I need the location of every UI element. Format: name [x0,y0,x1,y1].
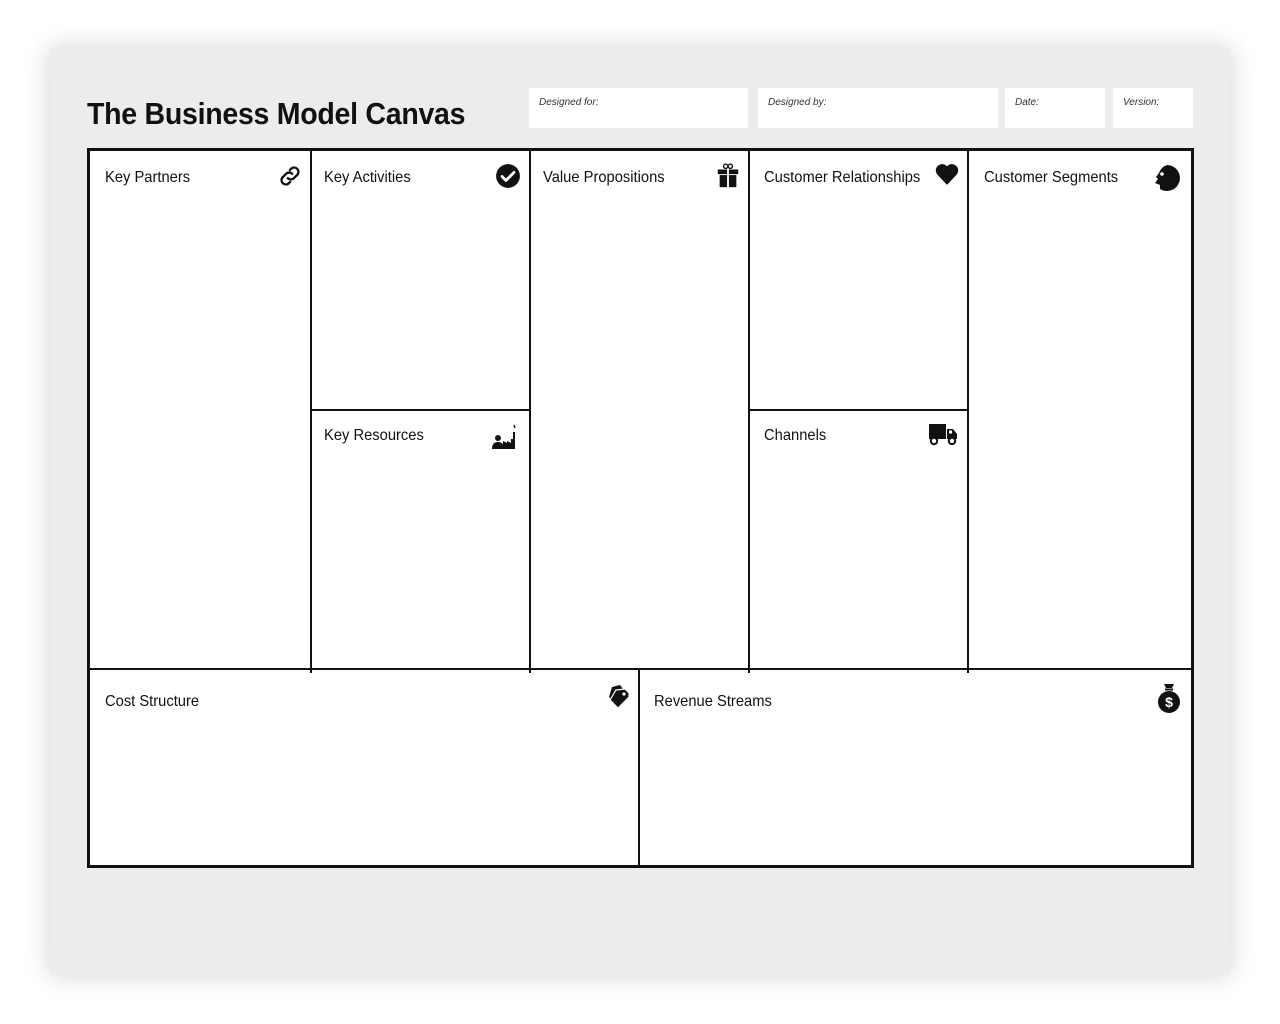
svg-text:$: $ [1165,694,1173,710]
version-field[interactable]: Version: [1113,88,1193,128]
link-icon [280,166,300,186]
key-activities-label: Key Activities [324,169,411,186]
key-partners-label: Key Partners [105,169,191,186]
value-propositions-block[interactable]: Value Propositions [531,151,748,668]
designed-for-field[interactable]: Designed for: [529,88,748,128]
date-label: Date: [1015,97,1039,108]
designed-by-label: Designed by: [768,97,827,108]
designed-for-label: Designed for: [539,97,599,108]
heart-icon [935,164,959,185]
key-resources-label: Key Resources [324,427,424,444]
customer-segments-block[interactable]: Customer Segments [969,151,1191,668]
person-factory-icon [492,424,516,449]
date-field[interactable]: Date: [1005,88,1105,128]
revenue-streams-block[interactable]: Revenue Streams $ [640,670,1191,865]
checkmark-circle-icon [496,164,520,188]
key-resources-block[interactable]: Key Resources [312,411,529,668]
key-partners-block[interactable]: Key Partners [90,151,310,668]
price-tag-icon [609,685,630,709]
customer-relationships-block[interactable]: Customer Relationships [750,151,967,409]
revenue-streams-label: Revenue Streams [654,693,772,710]
customer-segments-label: Customer Segments [984,169,1119,186]
channels-label: Channels [764,427,827,444]
version-label: Version: [1123,97,1160,108]
money-bag-icon: $ [1158,684,1180,713]
cost-structure-label: Cost Structure [105,693,200,710]
cost-structure-block[interactable]: Cost Structure [90,670,638,865]
designed-by-field[interactable]: Designed by: [758,88,998,128]
business-model-canvas: Key Partners Key Activities Key Resource… [87,148,1194,868]
page-title: The Business Model Canvas [87,96,466,131]
value-propositions-label: Value Propositions [543,169,665,186]
customer-relationships-label: Customer Relationships [764,169,921,186]
gift-icon [717,163,739,188]
truck-icon [929,424,957,446]
key-activities-block[interactable]: Key Activities [312,151,529,409]
face-icon [1155,165,1180,191]
channels-block[interactable]: Channels [750,411,967,668]
